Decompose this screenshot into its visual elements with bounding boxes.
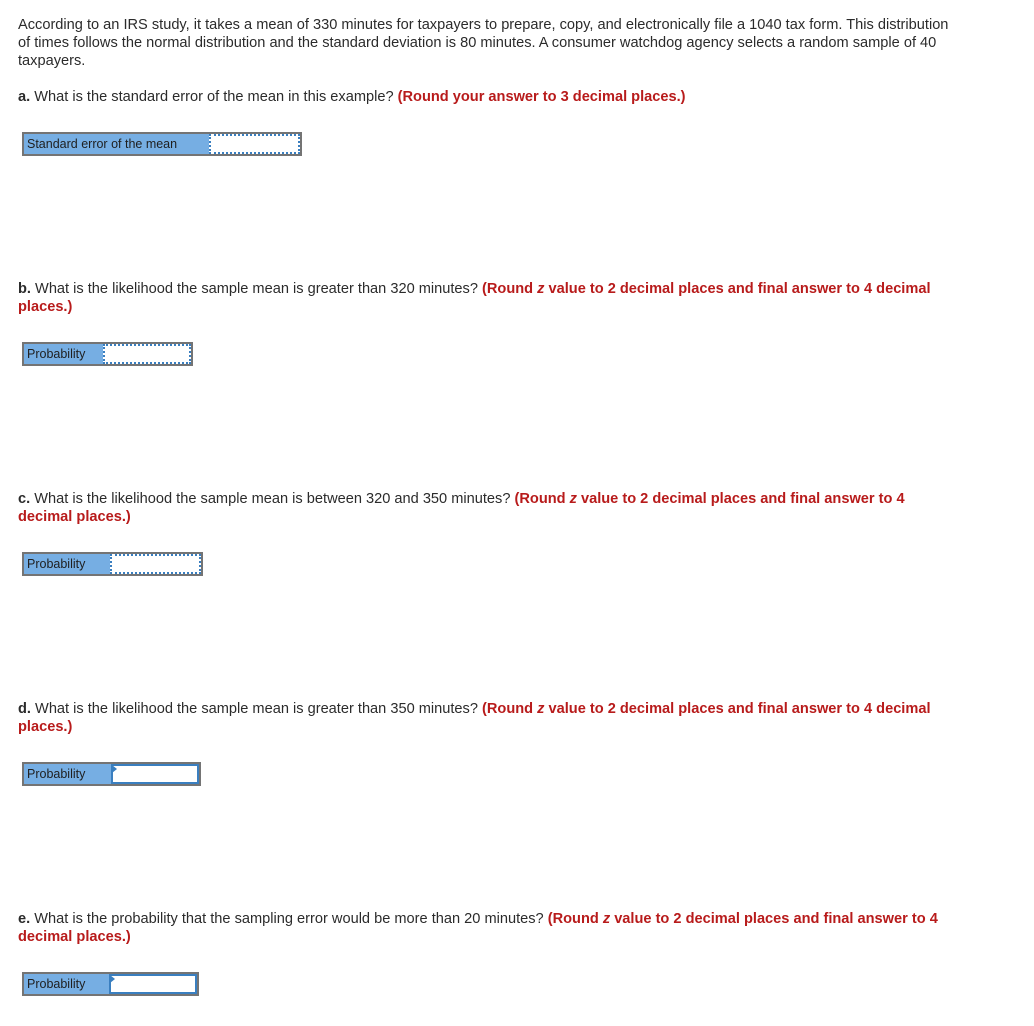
rounding-instruction: (Round your answer to 3 decimal places.) [397, 89, 686, 105]
question-text: What is the probability that the samplin… [30, 911, 548, 927]
answer-row-d: Probability [22, 762, 201, 786]
question-letter: b. [18, 281, 31, 297]
question-e: e. What is the probability that the samp… [18, 910, 958, 946]
question-b: b. What is the likelihood the sample mea… [18, 280, 958, 316]
answer-label: Probability [24, 554, 110, 574]
probability-input-b[interactable] [103, 344, 191, 364]
answer-row-c: Probability [22, 552, 203, 576]
question-letter: d. [18, 701, 31, 717]
question-a: a. What is the standard error of the mea… [18, 88, 958, 106]
question-text: What is the likelihood the sample mean i… [30, 281, 483, 297]
probability-input-wrap-d [111, 764, 199, 784]
answer-row-a: Standard error of the mean [22, 132, 302, 156]
standard-error-input[interactable] [209, 134, 300, 154]
answer-flag-icon [110, 975, 115, 983]
probability-input-e[interactable] [109, 974, 197, 994]
answer-label: Standard error of the mean [24, 134, 209, 154]
question-text: What is the likelihood the sample mean i… [30, 491, 515, 507]
answer-flag-icon [112, 765, 117, 773]
question-letter: a. [18, 89, 31, 105]
probability-input-d[interactable] [111, 764, 199, 784]
question-text: What is the likelihood the sample mean i… [30, 701, 483, 717]
intro-text: According to an IRS study, it takes a me… [18, 17, 949, 69]
answer-label: Probability [24, 764, 111, 784]
question-letter: e. [18, 911, 31, 927]
problem-statement: According to an IRS study, it takes a me… [18, 16, 958, 70]
question-text: What is the standard error of the mean i… [30, 89, 398, 105]
answer-label: Probability [24, 974, 109, 994]
probability-input-c[interactable] [110, 554, 201, 574]
question-c: c. What is the likelihood the sample mea… [18, 490, 958, 526]
answer-label: Probability [24, 344, 103, 364]
probability-input-wrap-e [109, 974, 197, 994]
answer-row-b: Probability [22, 342, 193, 366]
answer-row-e: Probability [22, 972, 199, 996]
question-letter: c. [18, 491, 31, 507]
question-d: d. What is the likelihood the sample mea… [18, 700, 958, 736]
